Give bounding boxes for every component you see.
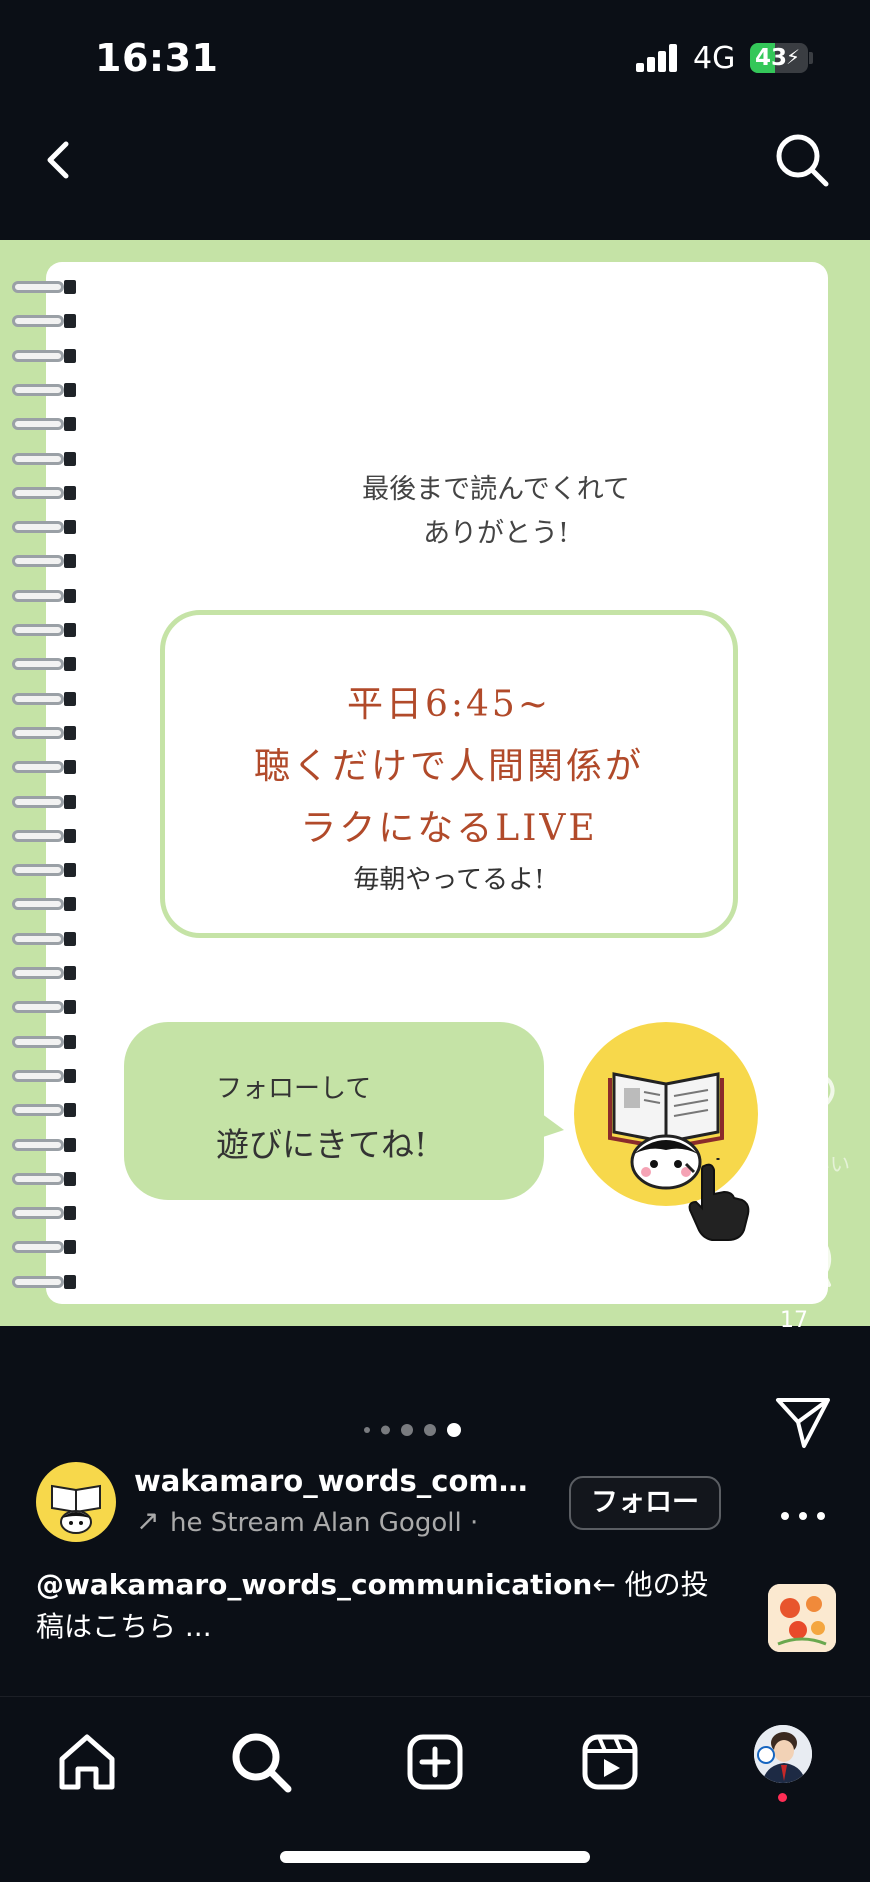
notebook-ring (12, 1170, 76, 1188)
live-schedule: 平日6:45~ (346, 684, 551, 725)
charging-icon: ⚡ (785, 45, 800, 69)
speech-bubble-tail (534, 1108, 564, 1140)
caption-handle[interactable]: @wakamaro_words_communication (36, 1568, 592, 1601)
notebook-ring (12, 1101, 76, 1119)
notebook-ring (12, 895, 76, 913)
notebook-ring (12, 1033, 76, 1051)
notebook-ring (12, 758, 76, 776)
carousel-dot (381, 1425, 390, 1435)
notebook-ring (12, 381, 76, 399)
music-info[interactable]: he Stream Alan Gogoll · (170, 1508, 528, 1538)
plus-square-icon[interactable] (400, 1727, 470, 1797)
bubble-line-1: フォローして (216, 1074, 372, 1104)
notebook-ring (12, 1067, 76, 1085)
avatar[interactable] (36, 1462, 116, 1542)
carousel-dot (401, 1424, 413, 1436)
notification-dot (778, 1793, 787, 1802)
notebook-ring (12, 1238, 76, 1256)
notebook-ring (12, 347, 76, 365)
music-thumbnail[interactable] (768, 1584, 836, 1652)
notebook-page: 最後まで読んでくれて ありがとう! 平日6:45~ 聴くだけで人間関係が ラクに… (46, 262, 828, 1304)
live-info-box: 平日6:45~ 聴くだけで人間関係が ラクになるLIVE 毎朝やってるよ! (160, 610, 738, 938)
intro-line-2: ありがとう! (423, 518, 569, 549)
status-time: 16:31 (95, 36, 219, 80)
live-title-line-2: ラクになるLIVE (300, 808, 598, 849)
arrow-up-right-icon: ↗ (136, 1504, 160, 1537)
notebook-ring (12, 724, 76, 742)
username[interactable]: wakamaro_words_comm... (134, 1464, 554, 1498)
like-label: いい (810, 1152, 850, 1176)
intro-text: 最後まで読んでくれて ありがとう! (306, 468, 686, 556)
notebook-ring (12, 690, 76, 708)
notebook-rings (12, 278, 78, 1291)
battery-icon: 43 ⚡ (750, 43, 808, 73)
post-image[interactable]: 最後まで読んでくれて ありがとう! 平日6:45~ 聴くだけで人間関係が ラクに… (0, 240, 870, 1326)
notebook-ring (12, 587, 76, 605)
notebook-ring (12, 1204, 76, 1222)
notebook-ring (12, 415, 76, 433)
post-header (0, 120, 870, 200)
battery-tip (809, 52, 813, 64)
live-subtitle: 毎朝やってるよ! (353, 865, 545, 895)
signal-icon (636, 44, 680, 72)
send-icon[interactable] (774, 1394, 832, 1452)
reels-icon[interactable] (575, 1727, 645, 1797)
comment-icon[interactable] (772, 1228, 834, 1290)
pointing-hand-icon (684, 1158, 754, 1242)
bottom-tab-bar (0, 1696, 870, 1882)
notebook-ring (12, 930, 76, 948)
notebook-ring (12, 312, 76, 330)
heart-icon[interactable] (768, 1070, 836, 1132)
notebook-ring (12, 793, 76, 811)
carousel-dot (424, 1424, 436, 1436)
carousel-dot (364, 1427, 370, 1433)
notebook-ring (12, 655, 76, 673)
search-icon[interactable] (226, 1727, 296, 1797)
notebook-ring (12, 552, 76, 570)
follow-button[interactable]: フォロー (569, 1476, 721, 1530)
home-icon[interactable] (52, 1727, 122, 1797)
notebook-ring (12, 518, 76, 536)
notebook-ring (12, 450, 76, 468)
notebook-ring (12, 1273, 76, 1291)
notebook-ring (12, 278, 76, 296)
notebook-ring (12, 1136, 76, 1154)
home-indicator (280, 1851, 590, 1863)
status-bar: 16:31 4G 43 ⚡ (0, 0, 870, 110)
speech-bubble: フォローして 遊びにきてね! (124, 1022, 544, 1200)
notebook-ring (12, 827, 76, 845)
notebook-ring (12, 998, 76, 1016)
author-row: wakamaro_words_comm... ↗ he Stream Alan … (36, 1460, 736, 1544)
carousel-indicator (364, 1420, 474, 1440)
notebook-ring (12, 861, 76, 879)
network-type: 4G (693, 41, 736, 76)
search-icon[interactable] (770, 128, 834, 192)
notebook-ring (12, 621, 76, 639)
chevron-left-icon[interactable] (30, 130, 90, 190)
live-title-line-1: 聴くだけで人間関係が (253, 746, 644, 787)
comment-count: 17 (780, 1308, 808, 1333)
notebook-ring (12, 484, 76, 502)
post-caption[interactable]: @wakamaro_words_communication← 他の投稿はこちら … (36, 1564, 716, 1648)
notebook-ring (12, 964, 76, 982)
more-icon[interactable] (778, 1506, 828, 1526)
battery-percent: 43 (755, 45, 788, 71)
bubble-line-2: 遊びにきてね! (216, 1125, 428, 1164)
carousel-dot (447, 1423, 461, 1437)
profile-avatar[interactable] (754, 1725, 812, 1783)
intro-line-1: 最後まで読んでくれて (362, 474, 630, 505)
